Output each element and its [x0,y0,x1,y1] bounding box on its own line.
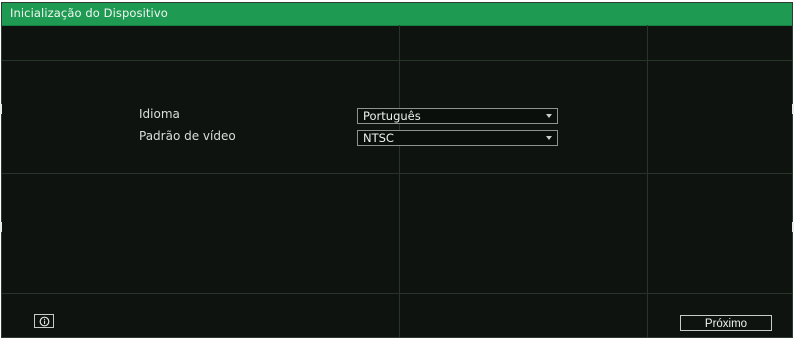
video-standard-select[interactable]: NTSC [357,130,558,146]
edge-marker [792,222,794,232]
video-standard-label: Padrão de vídeo [139,129,236,143]
language-select[interactable]: Português [357,108,558,124]
chevron-down-icon [546,114,552,118]
edge-marker [0,222,2,232]
edge-marker [0,104,2,114]
chevron-down-icon [546,136,552,140]
next-button[interactable]: Próximo [680,315,772,331]
grid-line-vertical-right [647,25,648,337]
device-init-window: Inicialização do Dispositivo Idioma Port… [1,2,793,338]
edge-marker [792,104,794,114]
info-icon [39,316,50,327]
grid-line-horizontal-middle [2,173,792,174]
video-standard-select-value: NTSC [363,131,394,145]
grid-line-horizontal-top [2,60,792,61]
info-button[interactable] [34,314,54,328]
title-bar: Inicialização do Dispositivo [2,3,792,26]
grid-line-horizontal-bottom [2,293,792,294]
grid-line-vertical-center [399,25,400,337]
language-label: Idioma [139,107,180,121]
language-select-value: Português [363,109,421,123]
window-title: Inicialização do Dispositivo [10,6,168,20]
